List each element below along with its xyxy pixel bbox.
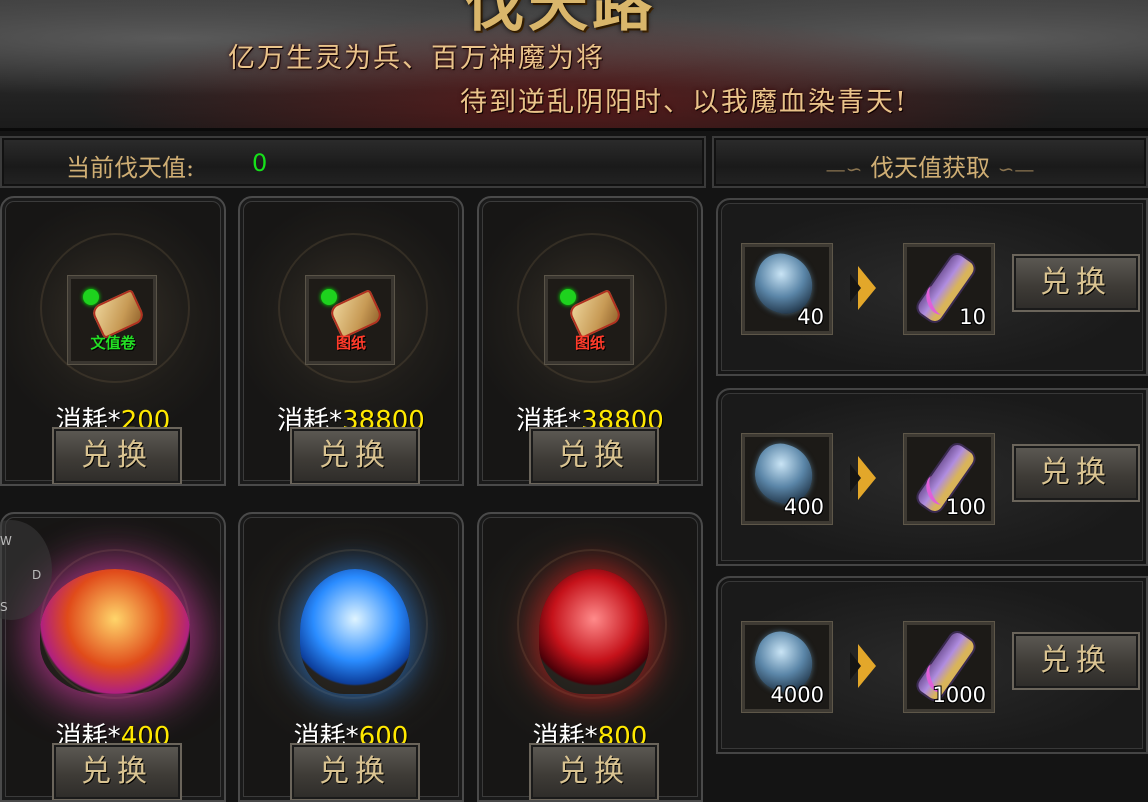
- key-s: S: [0, 600, 8, 614]
- exchange-header-title: —∽ 伐天值获取 ∽—: [825, 154, 1035, 182]
- item-tag: 图纸: [335, 334, 366, 352]
- exchange-button[interactable]: 兑换: [52, 743, 182, 800]
- exchange-button[interactable]: 兑换: [529, 427, 659, 484]
- current-value-label: 当前伐天值:: [66, 154, 195, 182]
- current-value: 0: [252, 149, 268, 177]
- scroll-icon[interactable]: 100: [903, 433, 995, 525]
- crystal-icon[interactable]: 4000: [741, 621, 833, 713]
- slogan-line-2: 待到逆乱阴阳时、以我魔血染青天!: [460, 87, 908, 118]
- item-card: 消耗*800 兑换: [477, 512, 703, 802]
- blood-hero-icon[interactable]: [539, 569, 649, 694]
- to-quantity: 100: [945, 495, 986, 519]
- item-tag: 文值卷: [90, 334, 136, 352]
- exchange-panel: 40 10 兑换: [716, 198, 1148, 376]
- exchange-button[interactable]: 兑换: [52, 427, 182, 484]
- arrow-right-icon: [850, 456, 876, 500]
- item-tag: 图纸: [574, 334, 605, 352]
- ice-hero-icon[interactable]: [300, 569, 410, 694]
- to-quantity: 10: [959, 305, 986, 329]
- to-quantity: 1000: [932, 683, 986, 707]
- exchange-button[interactable]: 兑换: [1012, 444, 1140, 502]
- banner: 伐天路 亿万生灵为兵、百万神魔为将 待到逆乱阴阳时、以我魔血染青天!: [0, 0, 1148, 131]
- current-value-bar: 当前伐天值: 0: [0, 136, 706, 188]
- crystal-icon[interactable]: 40: [741, 243, 833, 335]
- item-card: 图纸 消耗*38800 兑换: [238, 196, 464, 486]
- banner-title: 伐天路: [464, 0, 656, 40]
- blueprint-icon[interactable]: 图纸: [544, 275, 634, 365]
- scroll-icon[interactable]: 文值卷: [67, 275, 157, 365]
- scroll-icon[interactable]: 1000: [903, 621, 995, 713]
- slogan-line-1: 亿万生灵为兵、百万神魔为将: [228, 43, 605, 74]
- available-dot-icon: [83, 289, 99, 305]
- exchange-button[interactable]: 兑换: [1012, 254, 1140, 312]
- crystal-icon[interactable]: 400: [741, 433, 833, 525]
- exchange-button[interactable]: 兑换: [1012, 632, 1140, 690]
- from-quantity: 400: [783, 495, 824, 519]
- item-card: 图纸 消耗*38800 兑换: [477, 196, 703, 486]
- item-card: 文值卷 消耗*200 兑换: [0, 196, 226, 486]
- key-w: W: [0, 534, 12, 548]
- arrow-right-icon: [850, 266, 876, 310]
- exchange-panel: 400 100 兑换: [716, 388, 1148, 566]
- available-dot-icon: [321, 289, 337, 305]
- exchange-panel: 4000 1000 兑换: [716, 576, 1148, 754]
- available-dot-icon: [560, 289, 576, 305]
- item-card: 消耗*600 兑换: [238, 512, 464, 802]
- exchange-button[interactable]: 兑换: [290, 427, 420, 484]
- scroll-icon[interactable]: 10: [903, 243, 995, 335]
- exchange-header-bar: —∽ 伐天值获取 ∽—: [712, 136, 1148, 188]
- ornament-right-icon: ∽—: [997, 157, 1035, 181]
- from-quantity: 40: [797, 305, 824, 329]
- joystick-keys: W D S: [0, 516, 50, 616]
- exchange-button[interactable]: 兑换: [290, 743, 420, 800]
- exchange-button[interactable]: 兑换: [529, 743, 659, 800]
- from-quantity: 4000: [770, 683, 824, 707]
- arrow-right-icon: [850, 644, 876, 688]
- ornament-left-icon: —∽: [825, 157, 863, 181]
- blueprint-icon[interactable]: 图纸: [305, 275, 395, 365]
- golden-hero-icon[interactable]: [40, 569, 190, 694]
- key-d: D: [32, 568, 42, 582]
